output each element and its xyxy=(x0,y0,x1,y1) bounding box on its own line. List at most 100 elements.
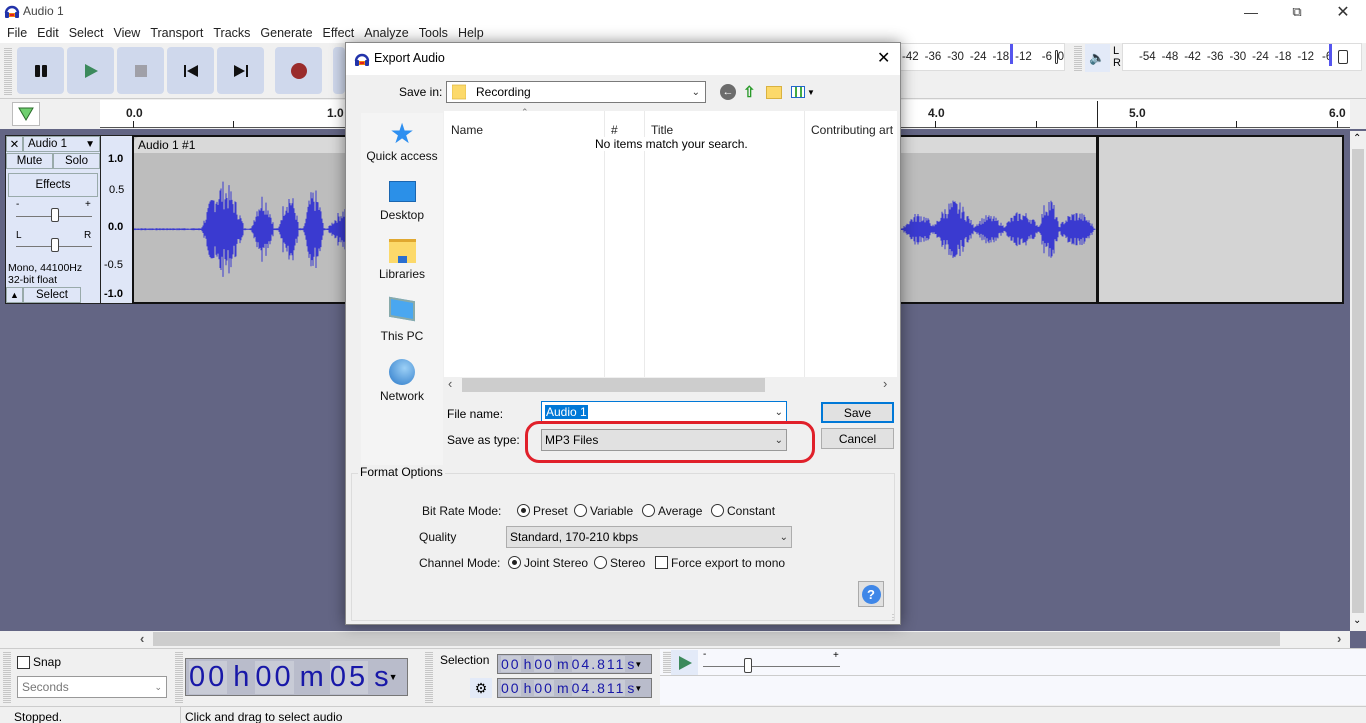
recording-meter[interactable]: -42 -36 -30 -24 -18 -12 -6 0 xyxy=(900,43,1065,71)
close-window-button[interactable]: ✕ xyxy=(1320,0,1366,23)
close-track-button[interactable]: ✕ xyxy=(6,136,23,152)
cancel-button[interactable]: Cancel xyxy=(821,428,894,449)
selection-settings-button[interactable]: ⚙ xyxy=(470,678,492,698)
pause-button[interactable] xyxy=(17,47,64,94)
pan-slider-thumb[interactable] xyxy=(51,238,59,252)
checkbox-box[interactable] xyxy=(655,556,668,569)
playback-volume-button[interactable]: 🔈 xyxy=(1085,44,1110,72)
vertical-scrollbar[interactable]: ⌃ ⌄ xyxy=(1350,131,1366,631)
rec-tick: -18 xyxy=(992,51,1010,63)
menu-edit[interactable]: Edit xyxy=(37,26,59,40)
rec-tick: -36 xyxy=(924,51,942,63)
new-folder-button[interactable] xyxy=(766,86,782,99)
help-button[interactable]: ? xyxy=(858,581,884,607)
place-network[interactable]: Network xyxy=(361,359,443,403)
scroll-right-icon: › xyxy=(883,376,888,391)
snap-check-box[interactable] xyxy=(17,655,30,669)
gain-slider-thumb[interactable] xyxy=(51,208,59,222)
radio-selected[interactable] xyxy=(517,504,530,517)
column-header-title[interactable]: Title xyxy=(651,123,673,137)
pause-icon xyxy=(34,64,47,77)
meter-grip[interactable] xyxy=(1074,45,1082,71)
track-name-menu[interactable]: Audio 1 ▼ xyxy=(23,136,100,152)
menu-generate[interactable]: Generate xyxy=(260,26,312,40)
dialog-close-button[interactable]: ✕ xyxy=(877,48,890,68)
place-desktop[interactable]: Desktop xyxy=(361,181,443,222)
skip-to-start-button[interactable] xyxy=(167,47,214,94)
up-one-level-button[interactable]: ⇧ xyxy=(743,83,759,101)
file-list-scroll-thumb[interactable] xyxy=(462,378,765,392)
loop-button[interactable] xyxy=(333,47,345,94)
play-at-speed-button[interactable] xyxy=(671,650,698,675)
view-menu-button[interactable]: ▼ xyxy=(791,85,817,99)
effects-button[interactable]: Effects xyxy=(8,173,98,197)
toolbar-grip[interactable] xyxy=(175,651,183,703)
restore-button[interactable]: ⧉ xyxy=(1274,0,1320,23)
vertical-scroll-thumb[interactable] xyxy=(1352,149,1364,613)
menu-transport[interactable]: Transport xyxy=(150,26,203,40)
save-in-select[interactable]: Recording ⌄ xyxy=(446,81,706,103)
back-button[interactable]: ← xyxy=(720,84,736,100)
horizontal-scroll-thumb[interactable] xyxy=(153,632,1280,646)
file-list-hscroll[interactable]: ‹ › xyxy=(444,376,897,393)
play-button[interactable] xyxy=(67,47,114,94)
select-track-button[interactable]: Select xyxy=(23,287,81,303)
audio-position-display[interactable]: 00 h 00 m 05 s ▼ xyxy=(185,658,408,696)
record-button[interactable] xyxy=(275,47,322,94)
column-divider xyxy=(804,111,805,377)
skip-to-end-button[interactable] xyxy=(217,47,264,94)
selection-start-display[interactable]: 00 h 00 m 04.811 s ▼ xyxy=(497,654,652,674)
place-quick-access[interactable]: ★ Quick access xyxy=(361,119,443,164)
radio-unselected[interactable] xyxy=(711,504,724,517)
channel-stereo-radio[interactable]: Stereo xyxy=(594,556,645,570)
force-mono-checkbox[interactable]: Force export to mono xyxy=(655,556,785,570)
file-name-input[interactable]: Audio 1 ⌄ xyxy=(541,401,787,423)
stop-button[interactable] xyxy=(117,47,164,94)
toolbar-grip[interactable] xyxy=(425,651,433,703)
toolbar-grip[interactable] xyxy=(663,651,671,673)
resize-grip-icon[interactable]: ⋮ xyxy=(889,613,897,622)
menu-help[interactable]: Help xyxy=(458,26,484,40)
column-header-number[interactable]: # xyxy=(611,123,618,137)
column-header-contributing-artists[interactable]: Contributing art xyxy=(811,123,893,137)
bit-rate-variable-radio[interactable]: Variable xyxy=(574,504,633,518)
ruler-label: 0.0 xyxy=(126,106,143,120)
playback-meter[interactable]: -54 -48 -42 -36 -30 -24 -18 -12 -6 xyxy=(1122,43,1362,71)
channel-joint-stereo-radio[interactable]: Joint Stereo xyxy=(508,556,588,570)
toolbar-grip[interactable] xyxy=(3,651,11,703)
menu-tracks[interactable]: Tracks xyxy=(213,26,250,40)
place-libraries[interactable]: Libraries xyxy=(361,239,443,281)
toolbar-grip[interactable] xyxy=(4,47,12,95)
selection-end-display[interactable]: 00 h 00 m 04.811 s ▼ xyxy=(497,678,652,698)
solo-button[interactable]: Solo xyxy=(53,153,100,169)
save-button[interactable]: Save xyxy=(821,402,894,423)
menu-select[interactable]: Select xyxy=(69,26,104,40)
timeline-options-button[interactable] xyxy=(12,102,40,126)
bit-rate-constant-radio[interactable]: Constant xyxy=(711,504,775,518)
place-this-pc[interactable]: This PC xyxy=(361,296,443,343)
mute-button[interactable]: Mute xyxy=(6,153,53,169)
desktop-icon xyxy=(388,181,416,202)
radio-unselected[interactable] xyxy=(642,504,655,517)
snap-checkbox[interactable]: Snap xyxy=(17,655,61,669)
empty-track-area[interactable] xyxy=(1098,135,1344,304)
snap-unit-select[interactable]: Seconds ⌄ xyxy=(17,676,167,698)
sort-ascending-icon: ⌃ xyxy=(521,107,529,117)
column-header-name[interactable]: Name xyxy=(451,123,483,137)
menu-file[interactable]: File xyxy=(7,26,27,40)
quality-select[interactable]: Standard, 170-210 kbps ⌄ xyxy=(506,526,792,548)
speed-slider-thumb[interactable] xyxy=(744,658,752,673)
menu-view[interactable]: View xyxy=(113,26,140,40)
menu-tools[interactable]: Tools xyxy=(419,26,448,40)
radio-unselected[interactable] xyxy=(574,504,587,517)
minimize-button[interactable]: — xyxy=(1228,0,1274,23)
radio-unselected[interactable] xyxy=(594,556,607,569)
horizontal-scrollbar[interactable]: ‹ › xyxy=(0,631,1350,648)
menu-analyze[interactable]: Analyze xyxy=(364,26,408,40)
bit-rate-average-radio[interactable]: Average xyxy=(642,504,702,518)
radio-selected[interactable] xyxy=(508,556,521,569)
collapse-track-button[interactable]: ▲ xyxy=(6,287,23,303)
menu-effect[interactable]: Effect xyxy=(323,26,355,40)
play-meter-slider[interactable] xyxy=(1338,50,1349,64)
bit-rate-preset-radio[interactable]: Preset xyxy=(517,504,568,518)
